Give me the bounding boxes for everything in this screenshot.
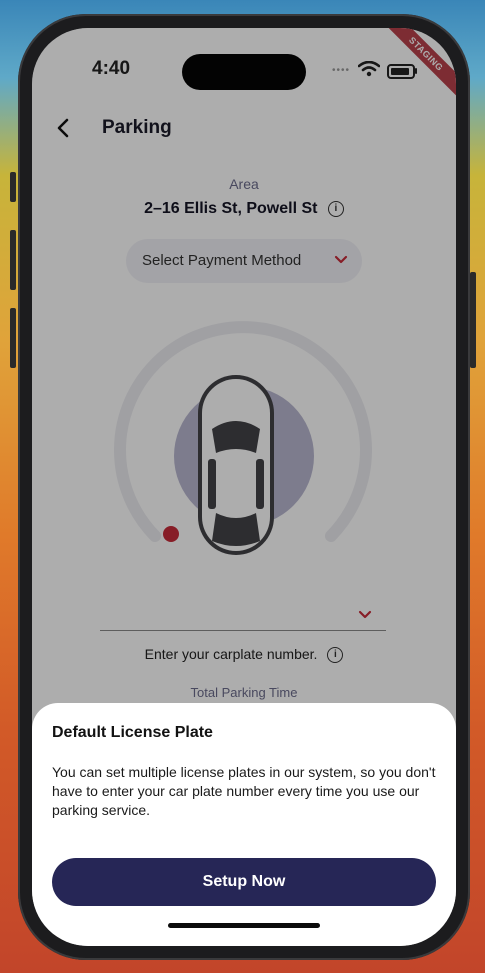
phone-volume-down-button <box>10 308 16 368</box>
phone-side-button <box>10 172 16 202</box>
phone-screen: 4:40 •••• STAGING Parking Area 2–16 Elli… <box>32 28 456 946</box>
phone-volume-up-button <box>10 230 16 290</box>
sheet-description: You can set multiple license plates in o… <box>52 764 436 818</box>
sheet-title: Default License Plate <box>52 724 213 741</box>
home-indicator[interactable] <box>168 923 320 928</box>
setup-now-button[interactable]: Setup Now <box>52 858 436 906</box>
phone-power-button <box>470 272 476 368</box>
default-license-plate-sheet: Default License Plate You can set multip… <box>32 703 456 946</box>
phone-frame: 4:40 •••• STAGING Parking Area 2–16 Elli… <box>18 14 470 960</box>
